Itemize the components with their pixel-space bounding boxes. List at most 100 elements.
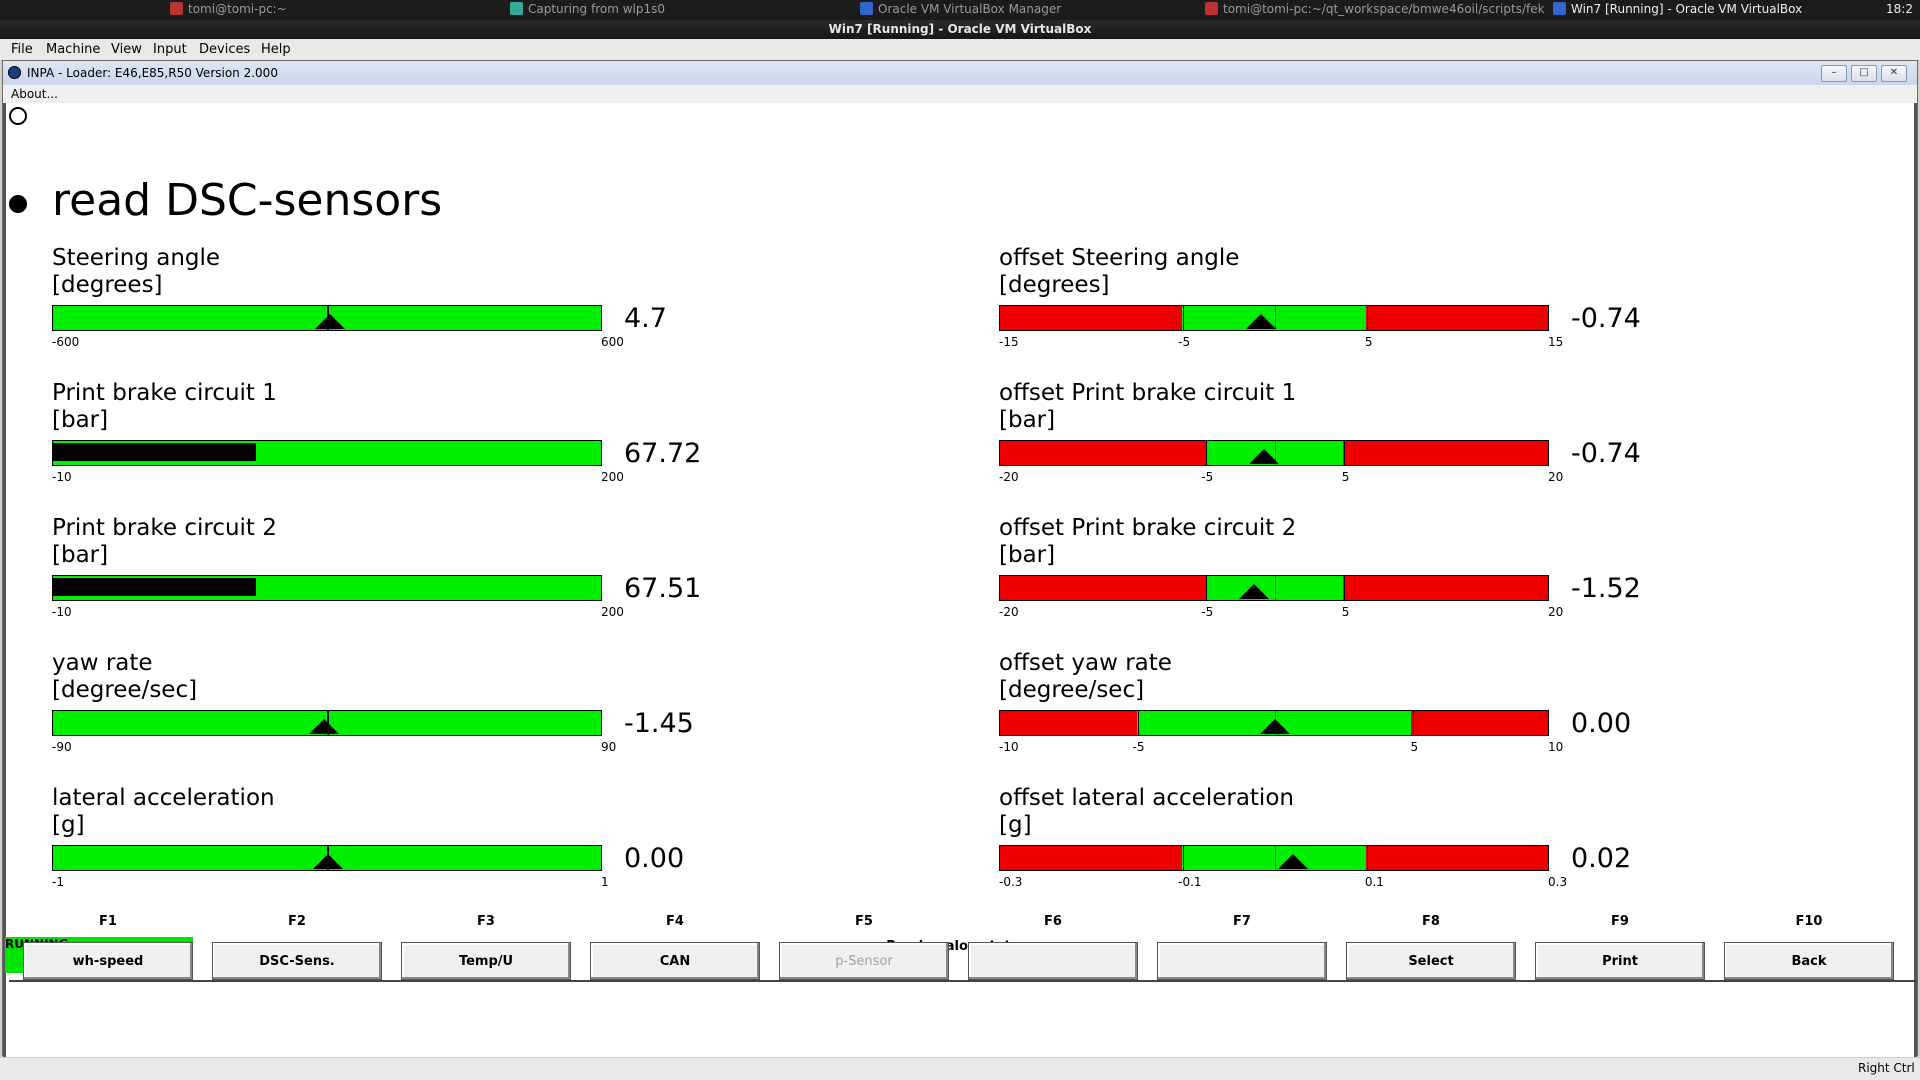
- bar-center-line: [1275, 576, 1276, 600]
- gauge-name: offset yaw rate: [999, 650, 1172, 676]
- fkey-button-f8[interactable]: Select: [1346, 942, 1516, 980]
- bar-bad-segment-low: [1000, 306, 1183, 330]
- gauge-value: -0.74: [1571, 438, 1641, 469]
- system-taskbar: tomi@tomi-pc:~ Capturing from wlp1s0 Ora…: [0, 0, 1920, 20]
- bar-bad-segment-high: [1342, 576, 1548, 600]
- status-circle-filled-icon: [9, 195, 27, 213]
- menu-file[interactable]: File: [11, 42, 33, 57]
- tick-min: -20: [999, 470, 1019, 484]
- fkey-button-f5[interactable]: p-Sensor: [779, 942, 949, 980]
- bar-threshold-line: [1366, 306, 1368, 330]
- bar-ok-segment: [1205, 576, 1343, 600]
- inpa-menu-bar: About...: [3, 85, 1917, 103]
- virtualbox-menu-bar: File Machine View Input Devices Help: [0, 39, 1920, 60]
- fkey-label-f1: F1: [99, 914, 117, 929]
- taskbar-item-vbox-manager[interactable]: Oracle VM VirtualBox Manager: [860, 2, 1061, 16]
- bar-threshold-line: [1366, 846, 1368, 870]
- gauge-bar: [52, 440, 602, 466]
- bar-fill: [53, 443, 256, 461]
- bar-threshold-line: [1412, 711, 1414, 735]
- bar-threshold-line: [1183, 306, 1185, 330]
- tick-min: -90: [52, 740, 72, 754]
- taskbar-item-terminal[interactable]: tomi@tomi-pc:~: [170, 2, 287, 16]
- fkey-button-f2[interactable]: DSC-Sens.: [212, 942, 382, 980]
- tick-low-threshold: -5: [1178, 335, 1191, 349]
- bar-bad-segment-low: [1000, 711, 1137, 735]
- value-marker-icon: [1278, 854, 1309, 869]
- tick-low-threshold: -5: [1201, 470, 1214, 484]
- value-marker-icon: [1246, 314, 1277, 329]
- fkey-label-f5: F5: [855, 914, 873, 929]
- minimize-button[interactable]: –: [1821, 65, 1847, 82]
- fkey-label-f9: F9: [1611, 914, 1629, 929]
- fkey-button-f10[interactable]: Back: [1724, 942, 1894, 980]
- gauge-name: lateral acceleration: [52, 785, 275, 811]
- tick-max: 200: [601, 605, 624, 619]
- bar-bad-segment-high: [1365, 306, 1548, 330]
- tick-min: -600: [52, 335, 80, 349]
- page-title: read DSC-sensors: [52, 175, 443, 226]
- fkey-button-f1[interactable]: wh-speed: [23, 942, 193, 980]
- gauge-name: yaw rate: [52, 650, 153, 676]
- tick-high-threshold: 0.1: [1364, 875, 1384, 889]
- maximize-button[interactable]: □: [1851, 65, 1877, 82]
- taskbar-item-wireshark[interactable]: Capturing from wlp1s0: [510, 2, 665, 16]
- virtualbox-icon: [1553, 2, 1566, 15]
- tick-low-threshold: -0.1: [1178, 875, 1202, 889]
- taskbar-item-label: tomi@tomi-pc:~: [188, 2, 287, 16]
- menu-about[interactable]: About...: [11, 87, 58, 101]
- fkey-button-f3[interactable]: Temp/U: [401, 942, 571, 980]
- bar-threshold-line: [1343, 441, 1345, 465]
- close-button[interactable]: ✕: [1881, 65, 1907, 82]
- gauge-bar: [52, 845, 602, 871]
- tick-min: -10: [52, 470, 72, 484]
- menu-devices[interactable]: Devices: [199, 42, 250, 57]
- fkey-label-f7: F7: [1233, 914, 1251, 929]
- gauge-unit: [g]: [52, 812, 85, 838]
- gauge-name: Print brake circuit 2: [52, 515, 277, 541]
- gauge-name: Steering angle: [52, 245, 221, 271]
- tick-max: 90: [601, 740, 617, 754]
- gauge-bar: [999, 710, 1549, 736]
- taskbar-item-win7[interactable]: Win7 [Running] - Oracle VM VirtualBox: [1553, 2, 1802, 16]
- gauge-unit: [degree/sec]: [999, 677, 1145, 703]
- menu-input[interactable]: Input: [153, 42, 187, 57]
- fkey-button-f9[interactable]: Print: [1535, 942, 1705, 980]
- menu-help[interactable]: Help: [261, 42, 291, 57]
- bar-bad-segment-high: [1342, 441, 1548, 465]
- gauge-value: -1.45: [624, 708, 694, 739]
- virtualbox-status-bar: Right Ctrl: [0, 1058, 1920, 1080]
- gauge-value: 67.51: [624, 573, 702, 604]
- value-marker-icon: [1239, 584, 1270, 599]
- fkey-button-f6[interactable]: [968, 942, 1138, 980]
- gauge-name: offset Steering angle: [999, 245, 1240, 271]
- gauge-bar: [52, 710, 602, 736]
- tick-high-threshold: 5: [1410, 740, 1419, 754]
- inpa-title-bar: INPA - Loader: E46,E85,R50 Version 2.000…: [3, 61, 1917, 85]
- value-marker-icon: [315, 314, 346, 329]
- fkey-label-f2: F2: [288, 914, 306, 929]
- inpa-title: INPA - Loader: E46,E85,R50 Version 2.000: [27, 66, 278, 80]
- bar-threshold-line: [1343, 576, 1345, 600]
- gauge-name: Print brake circuit 1: [52, 380, 277, 406]
- clock: 18:2: [1886, 2, 1913, 16]
- gauge-bar: [999, 845, 1549, 871]
- value-marker-icon: [1249, 449, 1279, 464]
- tick-min: -20: [999, 605, 1019, 619]
- bar-bad-segment-low: [1000, 576, 1206, 600]
- gauge-unit: [bar]: [999, 542, 1056, 568]
- fkey-button-f7[interactable]: [1157, 942, 1327, 980]
- menu-machine[interactable]: Machine: [46, 42, 100, 57]
- menu-view[interactable]: View: [111, 42, 142, 57]
- value-marker-icon: [313, 854, 343, 869]
- fkey-button-f4[interactable]: CAN: [590, 942, 760, 980]
- tick-max: 20: [1548, 470, 1564, 484]
- taskbar-item-terminal-2[interactable]: tomi@tomi-pc:~/qt_workspace/bmwe46oil/sc…: [1205, 2, 1545, 16]
- status-circle-empty-icon: [9, 107, 27, 125]
- gauge-bar: [52, 305, 602, 331]
- gauge-value: 4.7: [624, 303, 667, 334]
- tick-min: -1: [52, 875, 64, 889]
- gauge-value: -1.52: [1571, 573, 1641, 604]
- tick-min: -10: [999, 740, 1019, 754]
- fkey-label-f3: F3: [477, 914, 495, 929]
